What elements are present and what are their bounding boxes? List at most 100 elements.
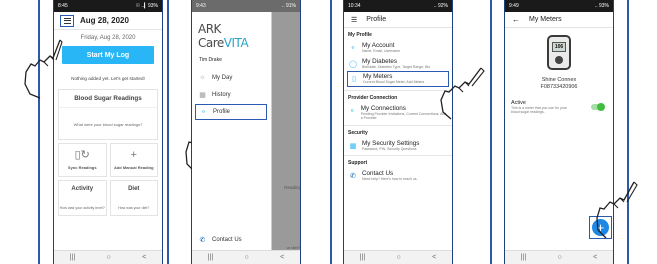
hamburger-icon[interactable]: ☰	[351, 16, 357, 24]
back-arrow-icon[interactable]: ←	[512, 15, 520, 24]
status-time: 9:43	[196, 3, 206, 9]
glucose-meter-image: 106	[547, 35, 571, 70]
section-header: Provider Connection	[348, 94, 398, 101]
page-title: Profile	[366, 16, 387, 23]
drawer-item-label: History	[212, 91, 231, 98]
drawer-item-contact[interactable]: ✆ Contact Us	[192, 231, 271, 248]
item-subtitle: Current Blood Sugar Meter, Add Meters	[363, 80, 425, 84]
section-header: Support	[348, 160, 368, 166]
meter-name: Shine Connex F08733420906	[505, 77, 613, 90]
recent-apps-icon[interactable]: |||	[521, 254, 526, 261]
contact-us-item[interactable]: ✆ Contact Us Need help? Here's how to re…	[344, 167, 452, 183]
calendar-icon: ▦	[199, 91, 206, 99]
my-diabetes-item[interactable]: ◯ My Diabetes Birthdate, Diabetes Type, …	[344, 55, 452, 71]
start-log-button[interactable]: Start My Log	[62, 46, 154, 64]
drawer-item-profile[interactable]: ⚬ Profile	[195, 104, 267, 120]
reading-actions: ▯↻ Sync Readings + Add Manual Reading	[58, 143, 158, 177]
drop-icon: ◯	[349, 60, 357, 68]
item-title: My Connections	[360, 104, 406, 112]
my-account-item[interactable]: ⚬ My Account Name, Email, Username	[344, 39, 452, 55]
recent-apps-icon[interactable]: |||	[70, 254, 75, 261]
divider-line	[330, 0, 332, 264]
card-question: What were your blood sugar readings?	[73, 122, 143, 127]
drawer-item-my-day[interactable]: ☼ My Day	[192, 69, 271, 86]
active-setting: Active This is a meter that you use for …	[505, 90, 613, 114]
meter-screen: 106	[552, 42, 566, 52]
item-title: My Account	[362, 42, 395, 49]
sync-label: Sync Readings	[67, 165, 97, 170]
people-icon: ⚬	[349, 107, 356, 115]
app-header: Aug 28, 2020	[54, 12, 162, 30]
my-meters-item[interactable]: ▯ My Meters Current Blood Sugar Meter, A…	[347, 71, 449, 87]
status-time: 8:45	[58, 3, 68, 9]
back-icon[interactable]: <	[280, 254, 284, 261]
person-icon: ⚬	[350, 45, 356, 52]
status-time: 9:49	[509, 3, 519, 9]
item-subtitle: Birthdate, Diabetes Type, Target Range, …	[362, 64, 431, 69]
recent-apps-icon[interactable]: |||	[360, 254, 365, 261]
add-manual-reading-button[interactable]: + Add Manual Reading	[109, 143, 158, 177]
drawer-item-label: Contact Us	[212, 236, 242, 243]
diet-title: Diet	[128, 186, 140, 192]
meter-button-graphic	[555, 56, 563, 64]
hamburger-menu-icon[interactable]	[60, 14, 74, 27]
back-icon[interactable]: <	[142, 254, 146, 261]
item-subtitle: Name, Email, Username	[362, 49, 401, 53]
background-text: Reading	[284, 185, 301, 190]
status-bar: 8:45 ☉ ..▎93%	[54, 0, 162, 12]
meter-icon: ▯	[352, 76, 356, 83]
activity-question: How was your activity level?	[59, 206, 105, 210]
drawer-item-label: Profile	[213, 109, 231, 115]
phone-icon: ✆	[199, 236, 206, 244]
item-subtitle: Pending Provider Invitations, Current Co…	[360, 111, 447, 121]
android-nav-bar: ||| ○ <	[505, 250, 613, 264]
phone-screen-profile: 10:34 .. 92% ☰ Profile My Profile ⚬ My A…	[343, 0, 453, 264]
my-connections-item[interactable]: ⚬ My Connections Pending Provider Invita…	[344, 102, 452, 122]
pointing-hand-icon	[24, 39, 63, 99]
app-header: ← My Meters	[505, 12, 613, 28]
lock-icon: ▩	[349, 142, 357, 150]
logo-text: ARK Care	[198, 22, 224, 50]
sync-icon: ▯↻	[74, 149, 90, 161]
plus-icon: +	[130, 149, 137, 161]
activity-title: Activity	[71, 186, 94, 192]
status-time: 10:34	[348, 3, 361, 9]
android-nav-bar: ||| ○ <	[54, 250, 162, 264]
drawer-item-history[interactable]: ▦ History	[192, 86, 271, 103]
status-signal: .. 93%	[594, 3, 609, 9]
recent-apps-icon[interactable]: |||	[208, 254, 213, 261]
sync-readings-button[interactable]: ▯↻ Sync Readings	[58, 143, 107, 177]
back-icon[interactable]: <	[593, 254, 597, 261]
diet-question: How was your diet?	[118, 206, 150, 210]
security-settings-item[interactable]: ▩ My Security Settings Password, PIN, Se…	[344, 137, 452, 153]
sun-icon: ☼	[199, 74, 206, 81]
status-signal: .. 92%	[433, 3, 448, 9]
status-signal: .. 91%	[281, 3, 296, 9]
back-icon[interactable]: <	[432, 254, 436, 261]
item-title: Contact Us	[362, 170, 394, 177]
diet-card[interactable]: Diet How was your diet?	[109, 180, 158, 216]
home-icon[interactable]: ○	[558, 254, 562, 261]
app-header: ☰ Profile	[344, 12, 452, 28]
blood-sugar-card[interactable]: Blood Sugar Readings What were your bloo…	[58, 89, 158, 140]
section-header: My Profile	[348, 32, 372, 38]
item-title: My Meters	[363, 73, 393, 80]
home-icon[interactable]: ○	[245, 254, 249, 261]
active-toggle[interactable]	[591, 103, 605, 112]
item-title: My Diabetes	[362, 57, 397, 65]
logo-text-accent: VITA	[223, 36, 249, 50]
dimmed-background[interactable]: Reading ur diet?	[272, 12, 301, 250]
page-title: My Meters	[529, 16, 562, 23]
home-icon[interactable]: ○	[107, 254, 111, 261]
home-icon[interactable]: ○	[397, 254, 401, 261]
status-bar: 9:43 .. 91%	[192, 0, 300, 12]
header-date: Aug 28, 2020	[80, 16, 129, 25]
activity-card[interactable]: Activity How was your activity level?	[58, 180, 107, 216]
date-subtitle: Friday, Aug 28, 2020	[80, 35, 136, 41]
item-subtitle: Password, PIN, Security Questions	[362, 146, 417, 151]
drawer-item-label: My Day	[212, 74, 233, 81]
navigation-drawer: ARK CareVITA Tim Drake ☼ My Day ▦ Histor…	[192, 12, 272, 250]
phone-screen-home: 8:45 ☉ ..▎93% Aug 28, 2020 Friday, Aug 2…	[53, 0, 163, 264]
status-bar: 10:34 .. 92%	[344, 0, 452, 12]
status-signal: ☉ ..▎93%	[135, 3, 158, 9]
